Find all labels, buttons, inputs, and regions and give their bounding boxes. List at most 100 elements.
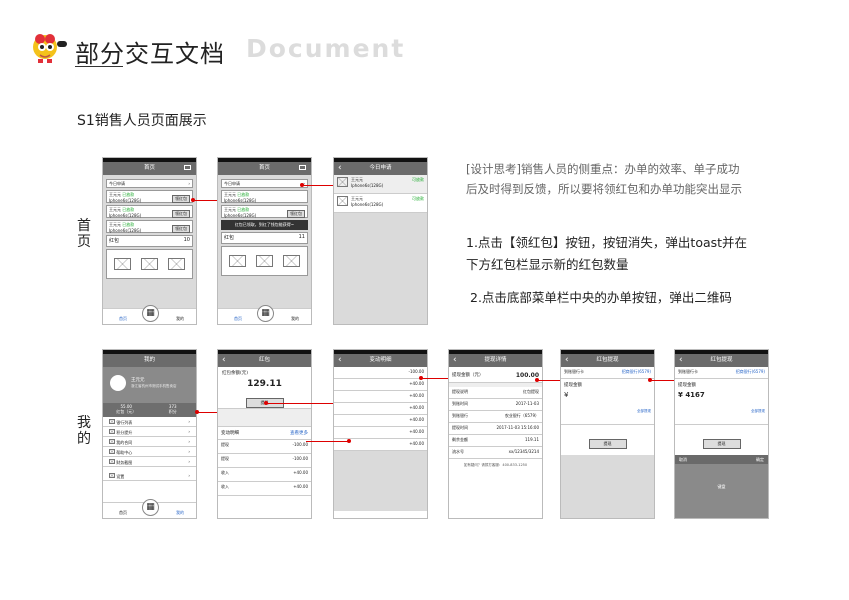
withdraw-amount-row: 提现金额（元） 100.00: [449, 367, 542, 383]
menu-item[interactable]: 积分提升 ›: [103, 427, 196, 437]
withdraw-info-row: 剩余金额 119.11: [449, 435, 542, 447]
orders-icon[interactable]: [229, 255, 246, 267]
withdraw-all-link[interactable]: 全部提现: [637, 409, 651, 414]
list-item[interactable]: 王元元 可放款 Iphone6s(128G): [334, 175, 427, 194]
withdraw-all-link[interactable]: 全部提现: [751, 409, 765, 414]
red-packet-title: 红包: [258, 357, 270, 363]
keyboard-label: 键盘: [717, 484, 726, 489]
red-packet-withdraw-screen-1: ‹ 红包提现 到账银行卡 招商银行(6579) 提现金额 ¥ 全部提现 提现: [560, 349, 655, 519]
list-item[interactable]: 王元元 可放款 Iphone6s(128G): [334, 194, 427, 213]
detail-row[interactable]: -100.00: [334, 367, 427, 379]
confirm-withdraw-button[interactable]: 提现: [588, 439, 627, 449]
tab-home[interactable]: 首页: [234, 316, 242, 322]
balance-label: 红包余额(元): [222, 371, 249, 376]
tab-home[interactable]: 首页: [119, 510, 127, 516]
mine-title: 我的: [143, 357, 155, 363]
detail-row[interactable]: +40.00: [334, 427, 427, 439]
change-row[interactable]: 收入 +40.00: [218, 468, 311, 482]
application-card[interactable]: 王元元 已放款 Iphone6s(128G) 领红包: [106, 220, 193, 233]
changes-title: 变动明细: [221, 431, 239, 436]
keyboard-cancel[interactable]: 取消: [679, 457, 687, 462]
home-screen-2: 首页 今日申请 › 王元元 已放款 Iphone6s(128G) 王元元 已放款 I…: [217, 157, 312, 325]
qr-button[interactable]: ▦: [257, 305, 274, 322]
connector-line: [306, 441, 349, 442]
mail-icon[interactable]: [184, 165, 191, 170]
detail-title: 变动明细: [369, 357, 392, 363]
claim-red-packet-button[interactable]: 领红包: [172, 195, 190, 203]
bank-row[interactable]: 到账银行卡 招商银行(6579): [561, 367, 654, 379]
menu-item[interactable]: 财务截图 ›: [103, 457, 196, 467]
row-label-home: 首页: [77, 218, 91, 250]
see-more-link[interactable]: 查看更多: [290, 430, 308, 436]
contract-icon[interactable]: [168, 258, 185, 270]
claim-red-packet-button[interactable]: 领红包: [172, 210, 190, 218]
confirm-withdraw-button[interactable]: 提现: [702, 439, 741, 449]
qr-button[interactable]: ▦: [142, 499, 159, 516]
qr-button[interactable]: ▦: [142, 305, 159, 322]
change-row[interactable]: 提现 -100.00: [218, 440, 311, 454]
red-packet-withdraw-screen-2: ‹ 红包提现 到账银行卡 招商银行(6579) 提现金额 ¥ 4167 全部提现 提…: [674, 349, 769, 519]
connector-dot: [195, 410, 199, 414]
claim-red-packet-button[interactable]: 领红包: [287, 210, 305, 218]
stats-icon[interactable]: [256, 255, 273, 267]
back-icon[interactable]: ‹: [338, 162, 342, 175]
detail-row[interactable]: +40.00: [334, 403, 427, 415]
menu-item[interactable]: 帮助中心 ›: [103, 447, 196, 457]
orders-icon[interactable]: [114, 258, 131, 270]
withdraw-title: 红包提现: [710, 357, 733, 363]
keyboard-done[interactable]: 确定: [756, 457, 764, 463]
detail-row[interactable]: +40.00: [334, 379, 427, 391]
back-icon[interactable]: ‹: [679, 354, 683, 367]
design-note: [设计思考]销售人员的侧重点：办单的效率、单子成功 后及时得到反馈，所以要将领红…: [466, 162, 742, 196]
connector-line: [266, 403, 333, 404]
tab-home[interactable]: 首页: [119, 316, 127, 322]
menu-item[interactable]: 银行列表 ›: [103, 417, 196, 427]
back-icon[interactable]: ‹: [453, 354, 457, 367]
menu-item[interactable]: 设置 ›: [103, 471, 196, 481]
menu-item[interactable]: 我的合同 ›: [103, 437, 196, 447]
detail-row[interactable]: +40.00: [334, 415, 427, 427]
connector-dot: [264, 401, 268, 405]
connector-line: [193, 200, 217, 201]
keyboard-area[interactable]: 取消 确定 键盘: [675, 455, 768, 518]
withdraw-info-row: 到账银行 农业银行（6579）: [449, 411, 542, 423]
amount-input[interactable]: ¥ 4167: [678, 391, 765, 399]
withdraw-title: 红包提现: [596, 357, 619, 363]
connector-dot: [191, 198, 195, 202]
application-card[interactable]: 王元元 已放款 Iphone6s(128G) 领红包: [221, 205, 308, 218]
application-card[interactable]: 王元元 已放款 Iphone6s(128G) 领红包: [106, 190, 193, 203]
back-icon[interactable]: ‹: [565, 354, 569, 367]
change-row[interactable]: 提现 -100.00: [218, 454, 311, 468]
stat-points[interactable]: 373 积分: [150, 403, 197, 417]
toast-message: 红包已领取，到红了钱包能获得~: [221, 220, 308, 230]
help-text[interactable]: 如有疑问？请拨打客服：400-833-1250: [449, 459, 542, 468]
back-icon[interactable]: ‹: [222, 354, 226, 367]
bank-row[interactable]: 到账银行卡 招商银行(6579): [675, 367, 768, 379]
home-screen-1: 首页 今日申请 › 王元元 已放款 Iphone6s(128G) 领红包 王元元 …: [102, 157, 197, 325]
tab-mine[interactable]: 我的: [176, 316, 184, 322]
amount-input[interactable]: ¥: [564, 391, 651, 399]
application-card[interactable]: 王元元 已放款 Iphone6s(128G) 领红包: [106, 205, 193, 218]
change-detail-screen: ‹ 变动明细 -100.00 +40.00 +40.00 +40.00 +40.0…: [333, 349, 428, 519]
change-row[interactable]: 收入 +40.00: [218, 482, 311, 496]
today-applications[interactable]: 今日申请 ›: [221, 179, 308, 188]
application-card[interactable]: 王元元 已放款 Iphone6s(128G): [221, 190, 308, 203]
avatar[interactable]: [110, 375, 126, 391]
mail-icon[interactable]: [299, 165, 306, 170]
tab-mine[interactable]: 我的: [291, 316, 299, 322]
today-applications[interactable]: 今日申请 ›: [106, 179, 193, 188]
red-packet-bar[interactable]: 红包 10: [106, 235, 193, 247]
back-icon[interactable]: ‹: [338, 354, 342, 367]
stats-icon[interactable]: [141, 258, 158, 270]
claim-red-packet-button[interactable]: 领红包: [172, 225, 190, 233]
tab-mine[interactable]: 我的: [176, 510, 184, 516]
function-grid: [221, 246, 308, 276]
stat-red-packet[interactable]: 55.00 红包（元）: [103, 403, 150, 417]
connector-line: [302, 185, 333, 186]
detail-row[interactable]: +40.00: [334, 391, 427, 403]
contract-icon[interactable]: [283, 255, 300, 267]
row-label-mine: 我的: [77, 415, 91, 447]
page-title: 部分交互文档: [75, 40, 225, 68]
red-packet-bar[interactable]: 红包 11: [221, 232, 308, 244]
function-grid: [106, 249, 193, 279]
